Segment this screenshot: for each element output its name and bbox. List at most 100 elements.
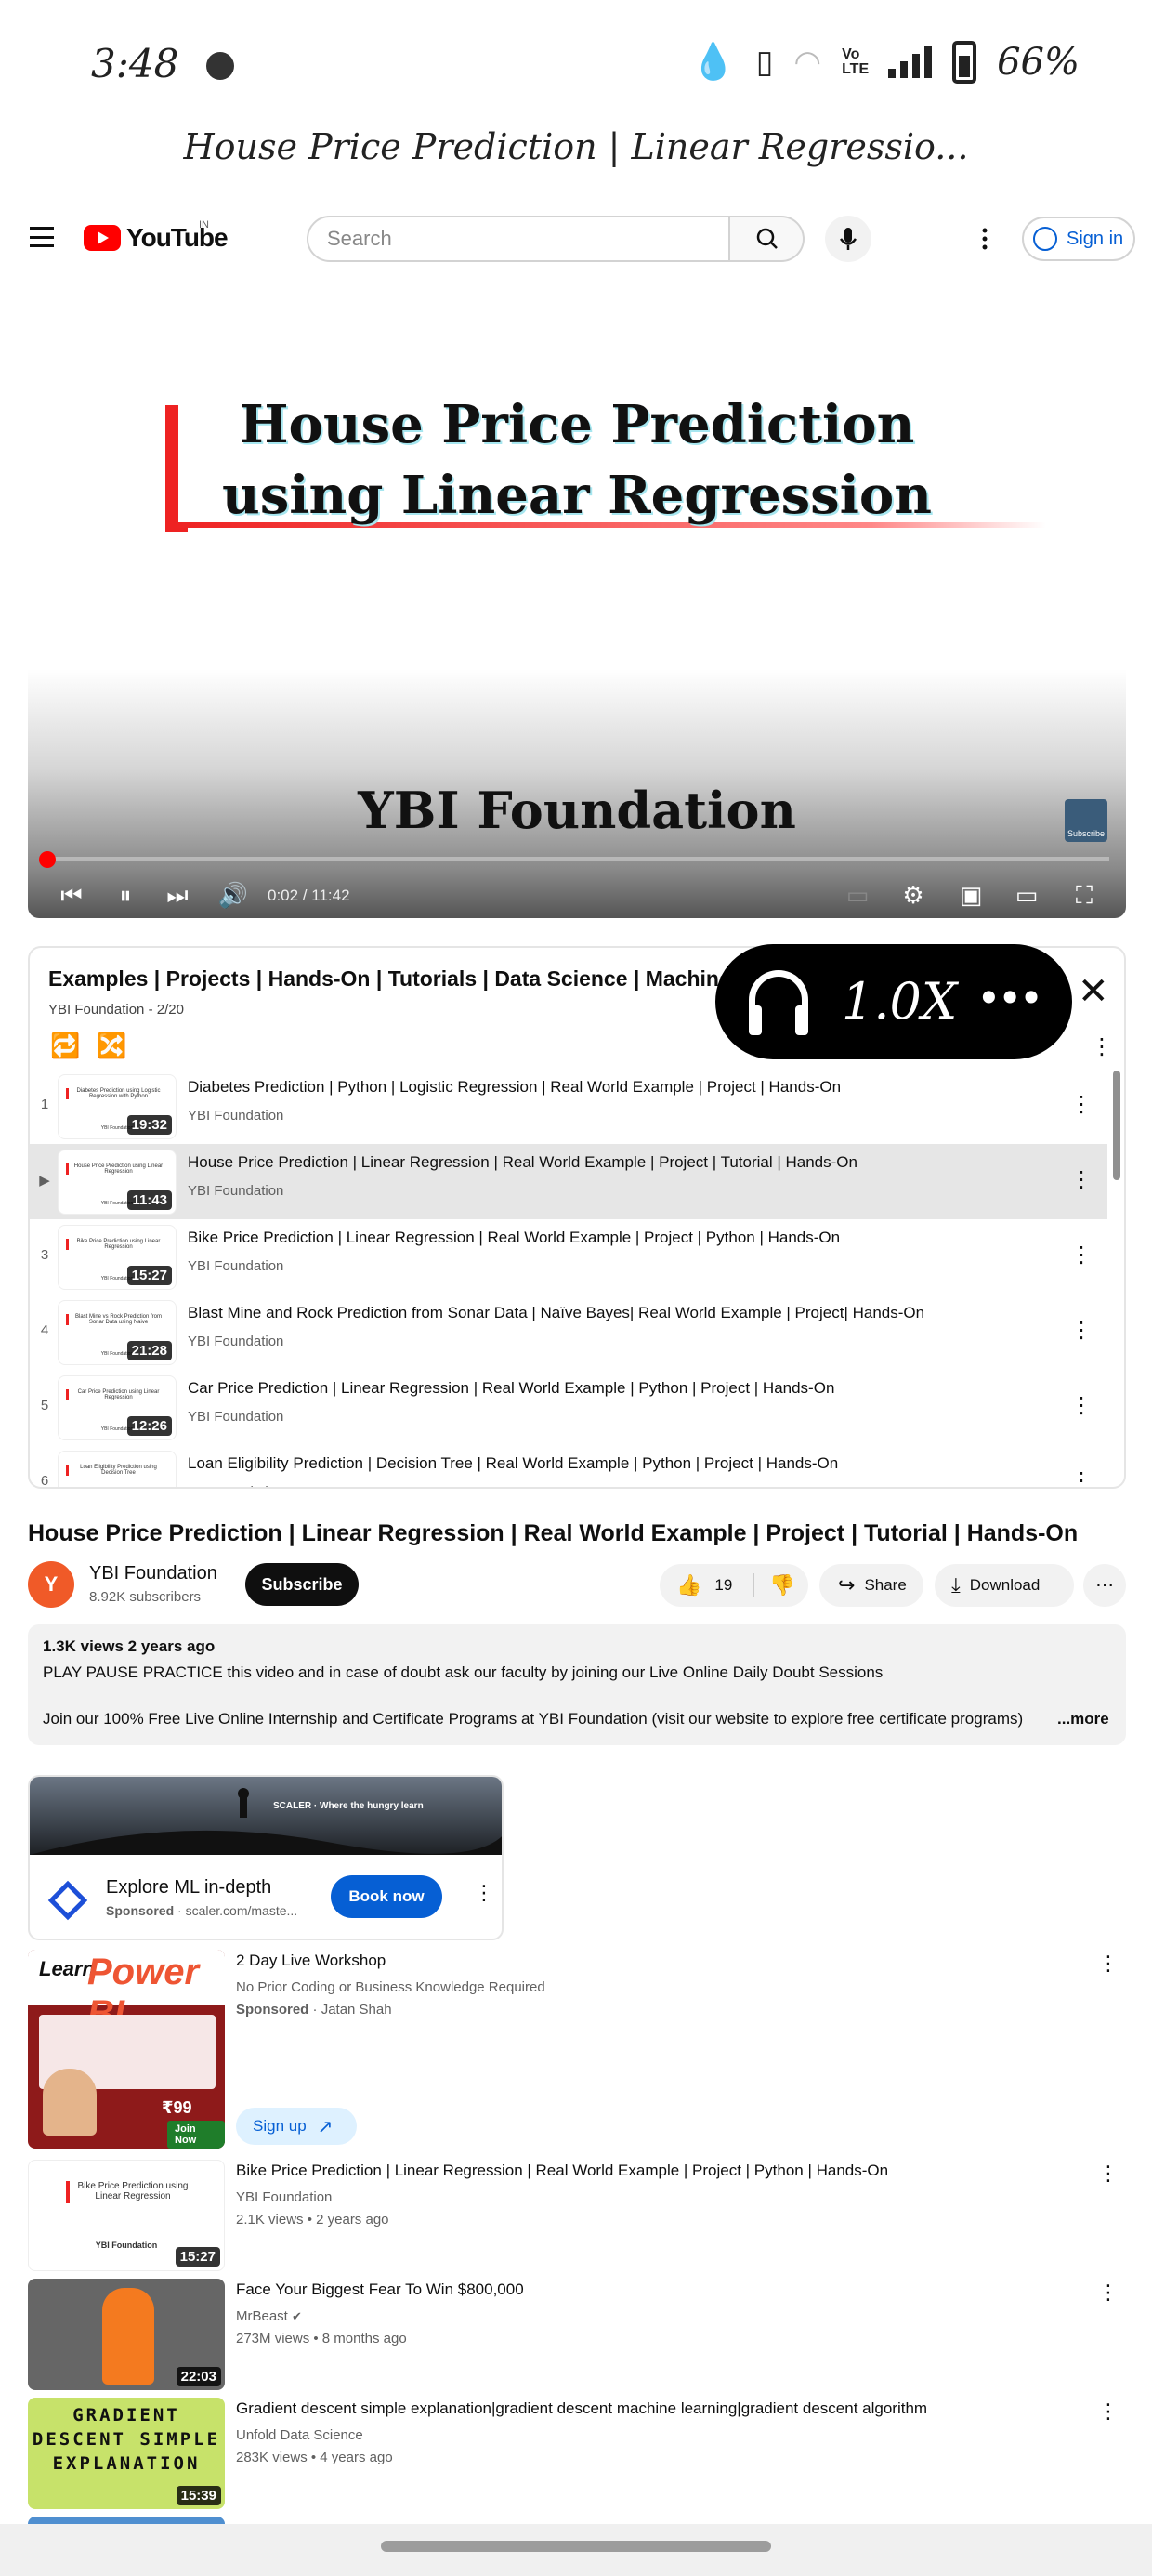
settings-gear-icon[interactable]: ⚙ [897,879,929,911]
home-gesture-handle[interactable] [381,2541,771,2552]
headphones-icon[interactable] [749,970,808,1035]
video-thumbnail[interactable]: GRADIENT DESCENT SIMPLE EXPLANATION 15:3… [28,2398,225,2509]
playlist-index: ▶ [39,1173,50,1189]
rec-channel[interactable]: YBI Foundation [236,2189,332,2205]
search-input[interactable]: Search [307,216,730,262]
playlist-index: 3 [40,1247,49,1263]
signal-icon [888,46,933,78]
search-button[interactable] [730,216,805,262]
video-thumbnail[interactable]: Bike Price Prediction using Linear Regre… [28,2160,225,2271]
more-options-icon[interactable] [975,225,994,253]
playlist-scrollbar[interactable] [1113,1071,1120,1180]
rec-menu-icon[interactable]: ⋮ [1098,2280,1119,2305]
playlist-item-title[interactable]: Loan Eligibility Prediction | Decision T… [188,1454,838,1473]
rec-title[interactable]: Face Your Biggest Fear To Win $800,000 [236,2280,524,2299]
thumb-text: House Price Prediction using Linear Regr… [66,1163,168,1175]
previous-icon[interactable]: ⏮ [56,879,87,911]
playlist-item[interactable]: 3 Bike Price Prediction using Linear Regr… [30,1219,1107,1295]
show-more-link[interactable]: ...more [1054,1710,1109,1728]
ad-title[interactable]: Explore ML in-depth [106,1877,271,1899]
rec-menu-icon[interactable]: ⋮ [1098,2399,1119,2424]
fullscreen-icon[interactable]: ⛶ [1068,879,1100,911]
playlist-thumbnail[interactable]: House Price Prediction using Linear Regr… [58,1150,177,1215]
dislike-button[interactable]: 👎 [756,1564,808,1607]
like-button[interactable]: 👍 19 [660,1564,753,1607]
ad-menu-icon[interactable]: ⋮ [474,1881,494,1905]
playlist-item-menu-icon[interactable]: ⋮ [1070,1392,1093,1419]
playlist-item-title[interactable]: Diabetes Prediction | Python | Logistic … [188,1078,841,1097]
thumb-text: Blast Mine vs Rock Prediction from Sonar… [66,1314,168,1325]
video-thumbnail[interactable]: 22:03 [28,2279,225,2390]
sign-in-button[interactable]: Sign in [1022,217,1135,261]
playlist-thumbnail[interactable]: Loan Eligibility Prediction using Decisi… [58,1451,177,1487]
share-button[interactable]: ↪ Share [819,1564,923,1607]
audio-mode-overlay[interactable]: 1.0X ••• [715,944,1072,1059]
next-icon[interactable]: ⏭ [162,879,193,911]
playlist-item[interactable]: 5 Car Price Prediction using Linear Regre… [30,1370,1107,1445]
recommended-video[interactable]: GRADIENT DESCENT SIMPLE EXPLANATION 15:3… [28,2398,1126,2509]
status-time: 3:48 [91,41,179,86]
pause-icon[interactable]: ⏸ [110,879,141,911]
playlist-thumbnail[interactable]: Diabetes Prediction using Logistic Regre… [58,1074,177,1139]
recommended-ad[interactable]: Learn Power BI ₹99 Join Now 2 Day Live W… [28,1950,1126,2154]
download-button[interactable]: ⤓ Download [935,1564,1074,1607]
playlist-item-title[interactable]: Bike Price Prediction | Linear Regressio… [188,1229,840,1247]
playlist-item-title[interactable]: Car Price Prediction | Linear Regression… [188,1379,834,1398]
playlist-item-menu-icon[interactable]: ⋮ [1070,1166,1093,1193]
thumbs-down-icon: 👎 [769,1573,795,1597]
playlist-item[interactable]: 1 Diabetes Prediction using Logistic Regr… [30,1069,1107,1144]
playlist-thumbnail[interactable]: Car Price Prediction using Linear Regres… [58,1375,177,1440]
rec-menu-icon[interactable]: ⋮ [1098,1952,1119,1976]
sign-up-button[interactable]: Sign up ↗ [236,2108,357,2145]
rec-channel[interactable]: MrBeast ✔ [236,2308,302,2324]
playlist-item[interactable]: 6 Loan Eligibility Prediction using Decis… [30,1445,1107,1487]
rec-channel[interactable]: Unfold Data Science [236,2427,363,2443]
playlist-item-menu-icon[interactable]: ⋮ [1070,1317,1093,1344]
playlist-item[interactable]: 4 Blast Mine vs Rock Prediction from Sona… [30,1295,1107,1370]
menu-icon[interactable] [30,227,54,247]
playlist-title[interactable]: Examples | Projects | Hands-On | Tutoria… [48,966,827,992]
rec-title[interactable]: Bike Price Prediction | Linear Regressio… [236,2162,888,2180]
playlist-thumbnail[interactable]: Bike Price Prediction using Linear Regre… [58,1225,177,1290]
rec-sponsored-line: Sponsored · Jatan Shah [236,2002,392,2017]
recommended-video[interactable]: 22:03 Face Your Biggest Fear To Win $800… [28,2279,1126,2390]
channel-avatar[interactable]: Y [28,1561,74,1608]
channel-watermark[interactable]: Subscribe [1065,799,1107,842]
recommended-video[interactable]: Bike Price Prediction using Linear Regre… [28,2160,1126,2271]
channel-name[interactable]: YBI Foundation [89,1563,217,1584]
ad-banner-image[interactable]: SCALER · Where the hungry learn [30,1777,502,1855]
video-duration: 15:27 [126,1266,172,1285]
powerbi-thumbnail[interactable]: Learn Power BI ₹99 Join Now [28,1950,225,2149]
rec-title[interactable]: 2 Day Live Workshop [236,1952,386,1970]
playlist-item-menu-icon[interactable]: ⋮ [1070,1091,1093,1118]
book-now-button[interactable]: Book now [331,1875,442,1918]
rec-menu-icon[interactable]: ⋮ [1098,2162,1119,2186]
playlist-thumbnail[interactable]: Blast Mine vs Rock Prediction from Sonar… [58,1300,177,1365]
playlist-item-menu-icon[interactable]: ⋮ [1070,1467,1093,1487]
theater-mode-icon[interactable]: ▭ [1011,879,1042,911]
close-icon[interactable]: ✕ [1078,970,1109,1013]
view-count-date: 1.3K views 2 years ago [43,1637,216,1655]
playback-speed[interactable]: 1.0X [842,972,957,1031]
progress-track[interactable] [45,857,1109,861]
captions-icon[interactable]: ▭ [842,879,873,911]
playlist-item-title[interactable]: House Price Prediction | Linear Regressi… [188,1153,857,1172]
loop-icon[interactable]: 🔁 [50,1032,80,1060]
voice-search-button[interactable] [825,216,871,262]
miniplayer-icon[interactable]: ▣ [955,879,987,911]
description-box[interactable]: 1.3K views 2 years ago PLAY PAUSE PRACTI… [28,1624,1126,1745]
rec-title[interactable]: Gradient descent simple explanation|grad… [236,2399,927,2418]
subscribe-button[interactable]: Subscribe [245,1563,359,1606]
playlist-item-title[interactable]: Blast Mine and Rock Prediction from Sona… [188,1304,924,1322]
shuffle-icon[interactable]: 🔀 [97,1032,126,1060]
volume-icon[interactable]: 🔊 [217,879,249,911]
playlist-menu-icon[interactable]: ⋮ [1091,1033,1113,1060]
video-player[interactable]: House Price Prediction using Linear Regr… [28,288,1126,918]
external-link-icon: ↗ [317,2116,334,2137]
playlist-item[interactable]: ▶ House Price Prediction using Linear Reg… [30,1144,1107,1219]
ad-card[interactable]: SCALER · Where the hungry learn Explore … [28,1775,504,1940]
playlist-item-menu-icon[interactable]: ⋮ [1070,1242,1093,1268]
more-actions-button[interactable]: ⋯ [1083,1564,1126,1607]
account-icon [1033,227,1057,251]
overlay-more-icon[interactable]: ••• [981,972,1044,1023]
